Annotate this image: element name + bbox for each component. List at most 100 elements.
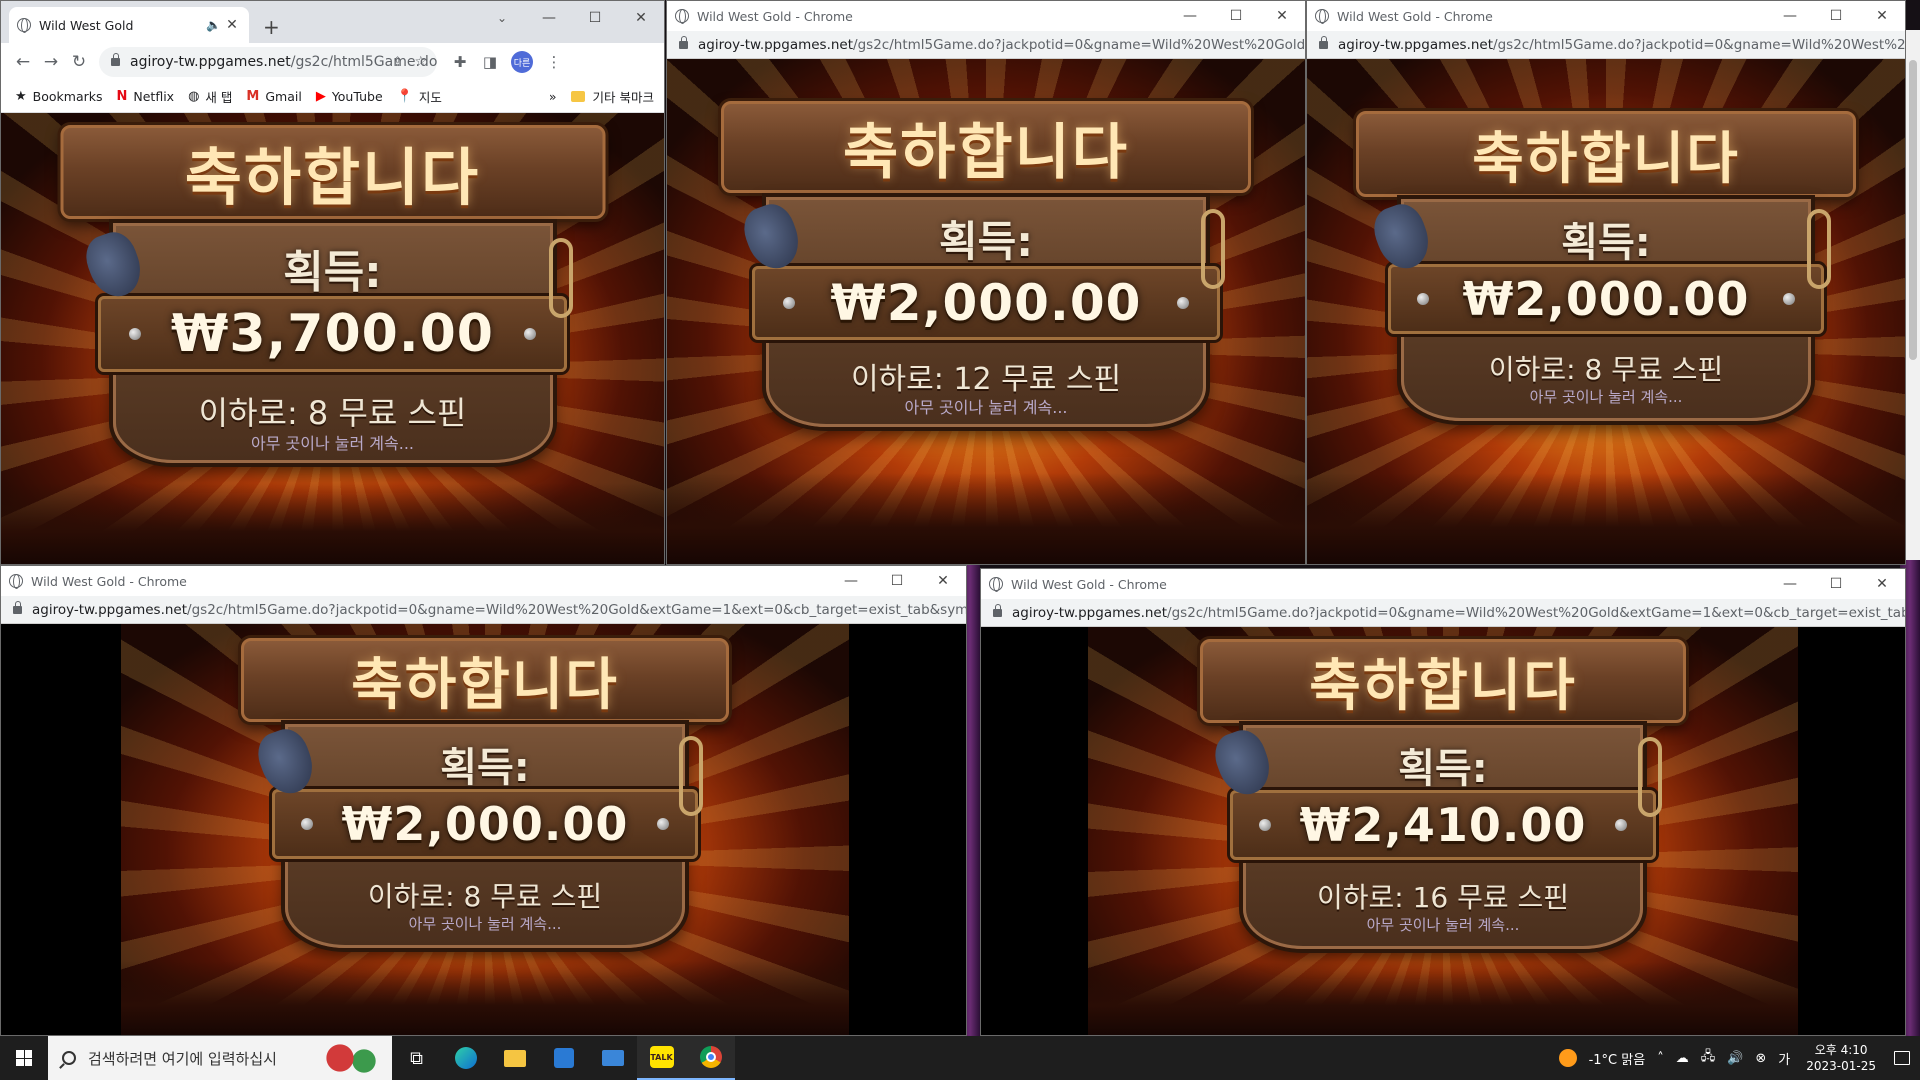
game-area[interactable]: 축하합니다 획득: ₩3,700.00 이하로: 8 무료 스핀 아무 곳이나 …	[1, 113, 664, 564]
bookmark-maps[interactable]: 📍 지도	[397, 87, 442, 106]
forward-button[interactable]: →	[37, 52, 65, 72]
close-window-button[interactable]: ✕	[1259, 1, 1305, 31]
close-window-button[interactable]: ✕	[1859, 569, 1905, 599]
profile-avatar[interactable]: 다른	[511, 51, 533, 73]
taskbar-store[interactable]	[539, 1036, 588, 1080]
game-ground	[1088, 961, 1798, 1035]
map-pin-icon: 📍	[396, 89, 413, 104]
tab-wild-west-gold[interactable]: Wild West Gold 🔈 ✕	[9, 7, 249, 43]
maximize-button[interactable]: ☐	[1213, 1, 1259, 31]
store-icon	[553, 1048, 574, 1068]
minimize-button[interactable]: —	[1167, 1, 1213, 31]
game-scene: 축하합니다 획득: ₩2,000.00 이하로: 12 무료 스핀 아무 곳이나…	[667, 59, 1305, 564]
search-highlight-image	[322, 1043, 382, 1073]
popup-window-1[interactable]: Wild West Gold - Chrome — ☐ ✕ agiroy-tw.…	[666, 0, 1306, 565]
popup-window-4[interactable]: Wild West Gold - Chrome — ☐ ✕ agiroy-tw.…	[980, 568, 1906, 1036]
taskbar-chrome[interactable]	[686, 1036, 735, 1080]
game-area[interactable]: 축하합니다 획득: ₩2,000.00 이하로: 8 무료 스핀 아무 곳이나 …	[1, 624, 966, 1035]
bookmark-netflix[interactable]: N Netflix	[117, 89, 175, 104]
weather-text[interactable]: -1°C 맑음	[1589, 1049, 1646, 1068]
popup-address-bar[interactable]: agiroy-tw.ppgames.net/gs2c/html5Game.do?…	[1, 596, 966, 624]
globe-icon: ◍	[188, 89, 200, 104]
network-icon[interactable]: 🖧	[1701, 1047, 1716, 1069]
star-icon[interactable]: ☆	[414, 54, 427, 70]
maximize-button[interactable]: ☐	[1813, 1, 1859, 31]
continue-hint: 아무 곳이나 눌러 계속...	[251, 434, 414, 453]
popup-address-bar[interactable]: agiroy-tw.ppgames.net/gs2c/html5Game.do?…	[1307, 31, 1905, 59]
popup-window-3[interactable]: Wild West Gold - Chrome — ☐ ✕ agiroy-tw.…	[0, 565, 967, 1036]
clock[interactable]: 오후 4:10 2023-01-25	[1806, 1042, 1876, 1074]
scrollbar[interactable]	[1906, 30, 1920, 560]
popup-address-bar[interactable]: agiroy-tw.ppgames.net/gs2c/html5Game.do?…	[981, 599, 1905, 627]
maximize-button[interactable]: ☐	[874, 566, 920, 596]
rivet	[129, 328, 142, 340]
other-bookmarks-folder[interactable]: 기타 북마크	[570, 87, 654, 106]
game-area[interactable]: 축하합니다 획득: ₩2,410.00 이하로: 16 무료 스핀 아무 곳이나…	[981, 627, 1905, 1035]
minimize-button[interactable]: —	[1767, 1, 1813, 31]
back-button[interactable]: ←	[9, 52, 37, 72]
task-view-button[interactable]: ⧉	[392, 1036, 441, 1080]
speaker-icon[interactable]: 🔈	[206, 18, 221, 32]
share-icon[interactable]: ⇪	[392, 55, 403, 70]
reload-button[interactable]: ↻	[65, 52, 93, 72]
onedrive-icon[interactable]: ☁	[1676, 1051, 1689, 1066]
congrats-sign: 축하합니다	[60, 125, 605, 219]
minimize-button[interactable]: —	[526, 1, 572, 35]
start-button[interactable]	[0, 1036, 48, 1080]
side-panel-icon[interactable]: ◨	[475, 53, 505, 71]
popup-titlebar[interactable]: Wild West Gold - Chrome — ☐ ✕	[1, 566, 966, 596]
taskbar-file-explorer[interactable]	[490, 1036, 539, 1080]
tray-chevron-icon[interactable]: ˄	[1657, 1051, 1664, 1066]
menu-icon[interactable]: ⋮	[539, 53, 569, 71]
netflix-icon: N	[116, 89, 128, 104]
notification-button[interactable]	[1884, 1036, 1920, 1080]
scrollbar-thumb[interactable]	[1909, 60, 1917, 360]
lock-icon	[13, 600, 22, 614]
weather-sun-icon[interactable]	[1558, 1049, 1577, 1067]
bookmarks-overflow-button[interactable]: »	[549, 89, 557, 104]
main-browser-window[interactable]: Wild West Gold 🔈 ✕ + ⌄ — ☐ ✕ ← → ↻ agiro…	[0, 0, 665, 565]
taskbar-kakaotalk[interactable]: TALK	[637, 1036, 686, 1080]
taskbar-edge[interactable]	[441, 1036, 490, 1080]
youtube-icon: ▶	[315, 89, 326, 104]
congrats-title: 축하합니다	[1472, 126, 1740, 192]
rivet	[1177, 297, 1190, 309]
taskbar-search-box[interactable]: 검색하려면 여기에 입력하십시	[48, 1036, 392, 1080]
popup-titlebar[interactable]: Wild West Gold - Chrome — ☐ ✕	[667, 1, 1305, 31]
task-view-icon: ⧉	[410, 1047, 423, 1069]
minimize-button[interactable]: —	[828, 566, 874, 596]
game-area[interactable]: 축하합니다 획득: ₩2,000.00 이하로: 8 무료 스핀 아무 곳이나 …	[1307, 59, 1905, 564]
maximize-button[interactable]: ☐	[1813, 569, 1859, 599]
popup-titlebar[interactable]: Wild West Gold - Chrome — ☐ ✕	[981, 569, 1905, 599]
popup-address-bar[interactable]: agiroy-tw.ppgames.net/gs2c/html5Game.do?…	[667, 31, 1305, 59]
taskbar-mail[interactable]	[588, 1036, 637, 1080]
maximize-button[interactable]: ☐	[572, 1, 618, 35]
free-spins-text: 이하로: 8 무료 스핀	[367, 880, 603, 913]
globe-icon	[9, 574, 23, 589]
extensions-icon[interactable]: ✚	[445, 53, 475, 71]
congrats-sign: 축하합니다	[721, 101, 1251, 193]
star-icon: ★	[15, 89, 27, 104]
close-circle-icon[interactable]: ⊗	[1755, 1051, 1766, 1066]
edge-icon	[454, 1047, 477, 1069]
volume-icon[interactable]: 🔊	[1727, 1051, 1743, 1066]
close-window-button[interactable]: ✕	[920, 566, 966, 596]
tab-search-chevron-icon[interactable]: ⌄	[497, 11, 507, 25]
close-tab-icon[interactable]: ✕	[221, 17, 243, 33]
bookmark-bookmarks[interactable]: ★ Bookmarks	[15, 89, 103, 104]
new-tab-button[interactable]: +	[263, 15, 280, 39]
minimize-button[interactable]: —	[1767, 569, 1813, 599]
popup-titlebar[interactable]: Wild West Gold - Chrome — ☐ ✕	[1307, 1, 1905, 31]
close-window-button[interactable]: ✕	[618, 1, 664, 35]
popup-window-2[interactable]: Wild West Gold - Chrome — ☐ ✕ agiroy-tw.…	[1306, 0, 1906, 565]
window-controls: — ☐ ✕	[1167, 1, 1305, 31]
bookmark-youtube[interactable]: ▶ YouTube	[316, 89, 383, 104]
address-bar[interactable]: agiroy-tw.ppgames.net/gs2c/html5Game.do?…	[99, 47, 437, 77]
bookmark-gmail[interactable]: M Gmail	[246, 89, 301, 104]
lasso-rope-icon	[679, 736, 703, 816]
ime-indicator[interactable]: 가	[1778, 1049, 1790, 1068]
game-area[interactable]: 축하합니다 획득: ₩2,000.00 이하로: 12 무료 스핀 아무 곳이나…	[667, 59, 1305, 564]
close-window-button[interactable]: ✕	[1859, 1, 1905, 31]
search-icon	[62, 1051, 76, 1065]
bookmark-new-tab[interactable]: ◍ 새 탭	[188, 87, 232, 106]
